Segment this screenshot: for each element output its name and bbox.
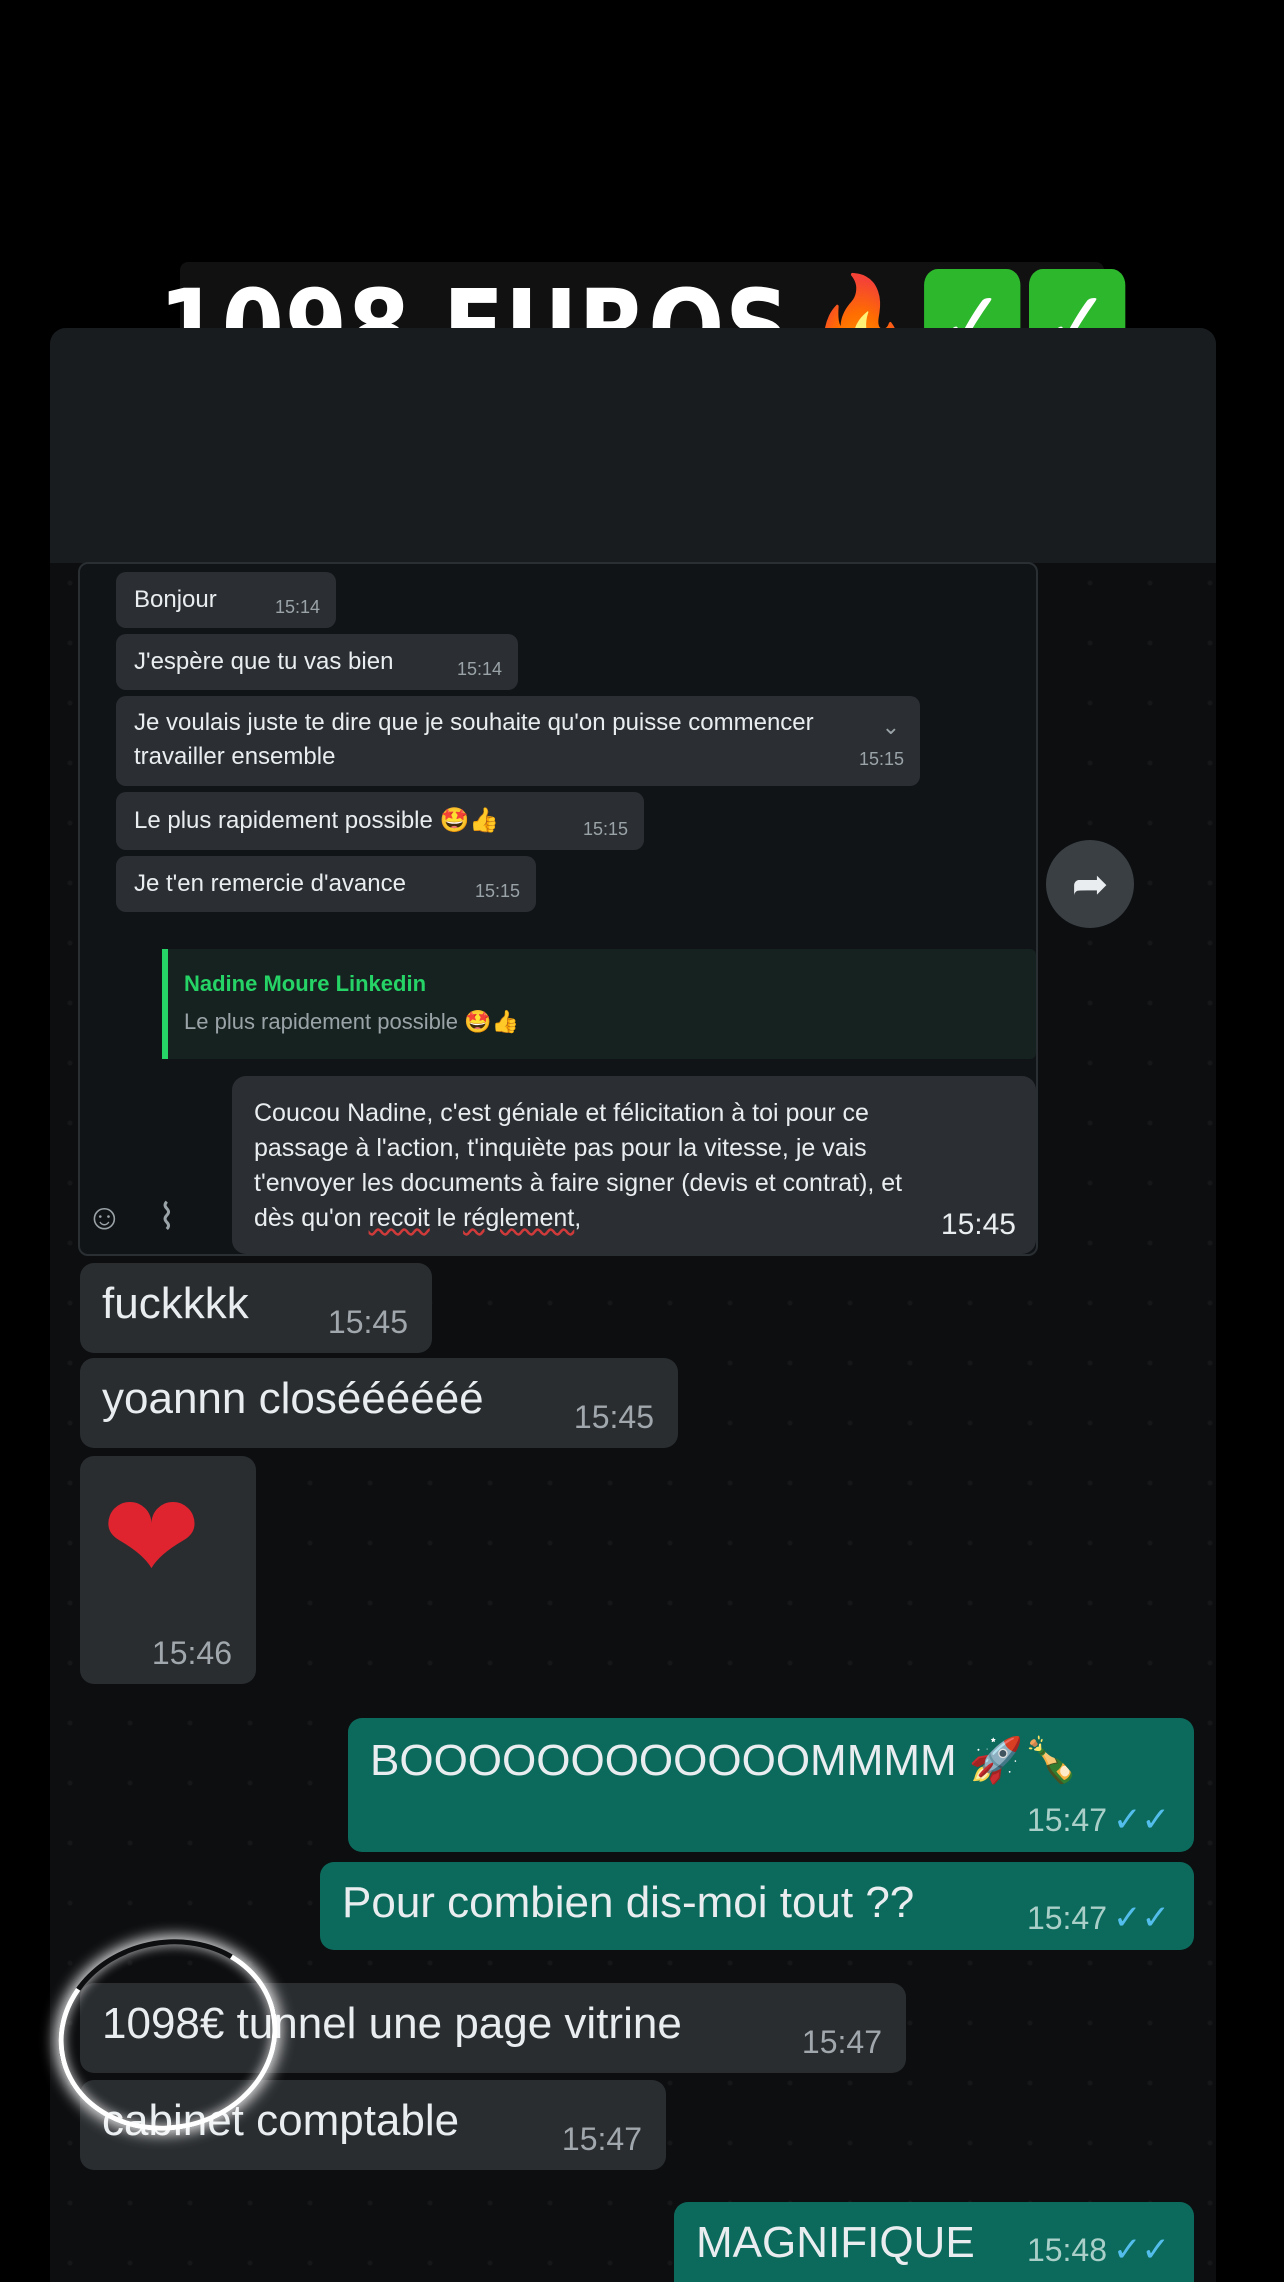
list-item: J'espère que tu vas bien 15:14 [116, 634, 518, 690]
message-draft[interactable]: Coucou Nadine, c'est géniale et félicita… [232, 1076, 1036, 1254]
reply-text: Le plus rapidement possible 🤩👍 [184, 1009, 519, 1034]
list-item: Bonjour 15:14 [116, 572, 336, 628]
outgoing-message[interactable]: Pour combien dis-moi tout ?? 15:47 ✓✓ [320, 1862, 1194, 1950]
paperclip-icon[interactable]: ⌇ [158, 1196, 176, 1238]
incoming-message[interactable]: fuckkkk 15:45 [80, 1263, 432, 1353]
list-item: Je t'en remercie d'avance 15:15 [116, 856, 536, 912]
forward-icon: ➦ [1071, 859, 1109, 909]
chevron-down-icon[interactable]: ⌄ [882, 710, 900, 744]
forward-button[interactable]: ➦ [1046, 840, 1134, 928]
outgoing-message[interactable]: BOOOOOOOOOOOOMMMM 🚀🍾 15:47 ✓✓ [348, 1718, 1194, 1852]
read-receipt-icon: ✓✓ [1113, 1899, 1170, 1937]
incoming-message[interactable]: yoannn closéééééé 15:45 [80, 1358, 678, 1448]
list-item: Je voulais juste te dire que je souhaite… [116, 696, 920, 786]
reply-author: Nadine Moure Linkedin [184, 971, 427, 996]
chat-header [50, 328, 1216, 563]
incoming-message[interactable]: ❤ 15:46 [80, 1456, 256, 1684]
list-item: Le plus rapidement possible 🤩👍 15:15 [116, 792, 644, 850]
heart-icon: ❤ [102, 1472, 201, 1604]
read-receipt-icon: ✓✓ [1113, 2231, 1170, 2269]
outgoing-message[interactable]: MAGNIFIQUE 15:48 ✓✓ [674, 2202, 1194, 2282]
reply-preview: Nadine Moure Linkedin Le plus rapidement… [162, 949, 1036, 1059]
emoji-icon[interactable]: ☺ [86, 1196, 123, 1238]
embedded-screenshot: Bonjour 15:14 J'espère que tu vas bien 1… [78, 562, 1038, 1256]
read-receipt-icon: ✓✓ [1113, 1801, 1170, 1839]
